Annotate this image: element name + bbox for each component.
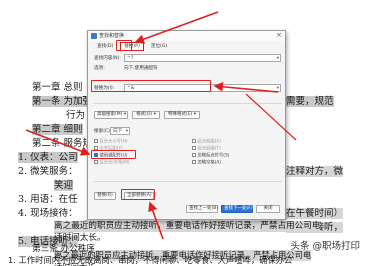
divider xyxy=(93,181,282,182)
close-icon[interactable]: × xyxy=(276,31,282,40)
doc-line: 2. 微笑服务： xyxy=(18,166,78,177)
replace-button[interactable]: 替换(R) xyxy=(94,192,116,200)
annotation-box-replace-tab xyxy=(116,40,132,51)
options-label: 选项: xyxy=(94,66,105,71)
find-next-button[interactable]: 查找下一处(F) xyxy=(221,205,253,213)
doc-line: 1. 工作时间内不应无故离岗、串岗，不得闲聊、吃零食、大声喧哗，确保办公 xyxy=(8,255,293,265)
divider xyxy=(93,103,282,104)
find-previous-button[interactable]: 查找上一处(B) xyxy=(186,205,218,213)
doc-line: 行为 xyxy=(66,110,86,121)
doc-line: 1. 仪表：公司 xyxy=(18,152,78,163)
doc-line: 话时间太长。 xyxy=(54,233,106,243)
doc-line: 离之最近的职员应主动接听，重要电话作好接听记录，严禁占用公司电 xyxy=(54,221,321,232)
chevron-down-icon[interactable]: ▾ xyxy=(277,55,279,62)
chevron-down-icon[interactable]: ▾ xyxy=(126,128,128,135)
checkbox-ignore-punctuation[interactable]: 忽略标点符号(S) xyxy=(192,153,229,160)
watermark-text: 头条 @职场打印 xyxy=(290,241,360,252)
find-input[interactable]: ^? ▾ xyxy=(124,54,281,62)
format-button[interactable]: 格式(O) ▾ xyxy=(132,111,160,119)
doc-line: 注释对方，微 xyxy=(286,166,344,177)
doc-line: 第一条 为加强 xyxy=(32,96,93,107)
special-format-button[interactable]: 特殊格式(E) ▾ xyxy=(164,111,200,119)
doc-line: 第二章 细则 xyxy=(32,124,83,135)
checkbox-match-prefix[interactable]: 区分前缀(X) xyxy=(192,139,221,146)
doc-line: 4. 现场接待： xyxy=(18,208,78,219)
checkbox-match-suffix[interactable]: 区分后缀(T) xyxy=(192,146,221,153)
annotation-box-replace-field xyxy=(91,80,211,92)
tab-goto[interactable]: 定位(G) xyxy=(147,42,171,51)
find-value: ^? xyxy=(127,56,134,61)
options-value: 向下,使用通配符 xyxy=(124,66,158,71)
search-label: 搜索(C) xyxy=(94,129,110,134)
doc-line: 在午餐时间） xyxy=(286,208,344,219)
doc-line: 第二条 服务规 xyxy=(32,138,93,149)
advanced-search-button[interactable]: 高级搜索(M) ▾ xyxy=(94,111,128,119)
app-icon xyxy=(91,33,97,39)
doc-line: 第一章 总则 xyxy=(32,82,83,93)
annotation-box-wildcards xyxy=(91,150,136,159)
annotation-box-replace-all xyxy=(121,189,155,200)
doc-line: 笑迎 xyxy=(54,180,74,191)
doc-line: 需要，规范 xyxy=(286,96,334,107)
doc-line: 第三条 办公秩序 xyxy=(32,244,95,254)
search-direction-select[interactable]: 向下 ▾ xyxy=(110,127,130,135)
checkbox-match-case[interactable]: 区分大小写(H) xyxy=(94,139,128,146)
doc-line: 3. 用语：在任 xyxy=(18,194,78,205)
dialog-tabs: 查找(D) 替换(P) 定位(G) xyxy=(93,42,171,51)
find-replace-dialog: 查找和替换 × 查找(D) 替换(P) 定位(G) 查找内容(N): ^? ▾ … xyxy=(87,30,286,220)
find-label: 查找内容(N): xyxy=(94,56,121,61)
dialog-title: 查找和替换 xyxy=(99,33,125,39)
checkbox-ignore-spaces[interactable]: 忽略空格(A) xyxy=(192,160,221,167)
tab-find[interactable]: 查找(D) xyxy=(93,42,117,51)
search-direction-value: 向下 xyxy=(113,129,123,134)
close-button[interactable]: 关闭 xyxy=(256,205,280,213)
chevron-down-icon[interactable]: ▾ xyxy=(277,85,279,92)
checkbox-full-half-width[interactable]: 区分全/半角(M) xyxy=(94,160,130,167)
